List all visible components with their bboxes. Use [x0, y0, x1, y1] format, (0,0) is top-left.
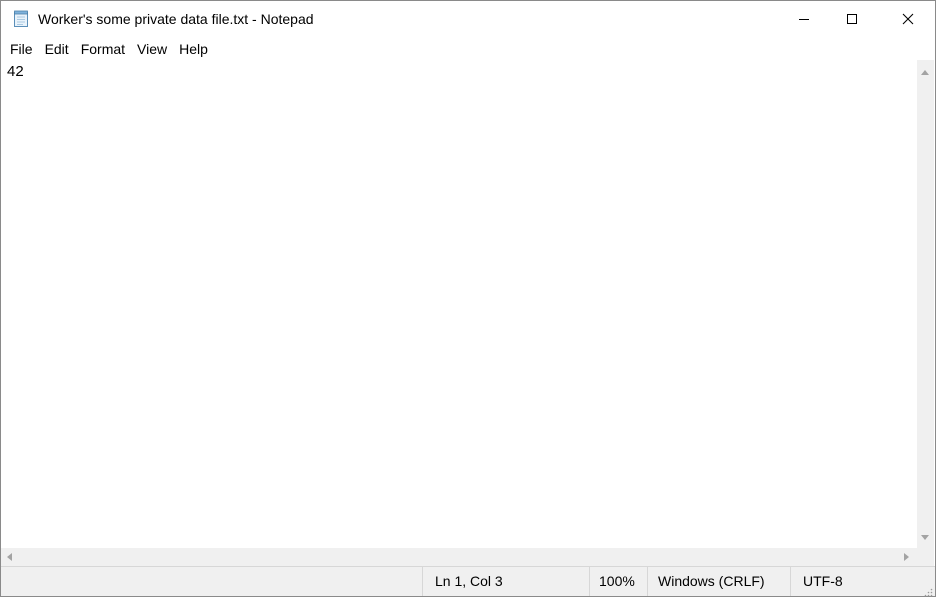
menu-file[interactable]: File [1, 38, 39, 60]
maximize-icon [847, 14, 857, 24]
encoding: UTF-8 [790, 567, 935, 596]
status-bar: Ln 1, Col 3 100% Windows (CRLF) UTF-8 [1, 566, 935, 597]
menu-bar: File Edit Format View Help [1, 38, 935, 60]
menu-view[interactable]: View [131, 38, 173, 60]
text-editor[interactable]: 42 [1, 60, 917, 548]
scroll-down-icon[interactable] [921, 535, 929, 540]
menu-edit[interactable]: Edit [39, 38, 75, 60]
close-icon [902, 13, 914, 25]
editor-content[interactable]: 42 [7, 63, 24, 80]
window-title: Worker's some private data file.txt - No… [38, 11, 314, 27]
minimize-icon [799, 19, 809, 20]
horizontal-scrollbar[interactable] [1, 548, 917, 566]
menu-format[interactable]: Format [75, 38, 131, 60]
zoom-level: 100% [589, 567, 647, 596]
resize-grip-icon[interactable] [923, 584, 933, 597]
title-bar[interactable]: Worker's some private data file.txt - No… [1, 1, 935, 38]
maximize-button[interactable] [829, 1, 875, 37]
scroll-up-icon[interactable] [921, 70, 929, 75]
scroll-corner [917, 548, 934, 566]
close-button[interactable] [885, 1, 931, 37]
scroll-left-icon[interactable] [7, 553, 12, 561]
menu-help[interactable]: Help [173, 38, 214, 60]
line-ending: Windows (CRLF) [647, 567, 790, 596]
notepad-icon[interactable] [12, 10, 30, 28]
vertical-scrollbar[interactable] [917, 60, 934, 548]
cursor-position: Ln 1, Col 3 [422, 567, 589, 596]
notepad-window: Worker's some private data file.txt - No… [0, 0, 936, 597]
minimize-button[interactable] [781, 1, 827, 37]
scroll-right-icon[interactable] [904, 553, 909, 561]
